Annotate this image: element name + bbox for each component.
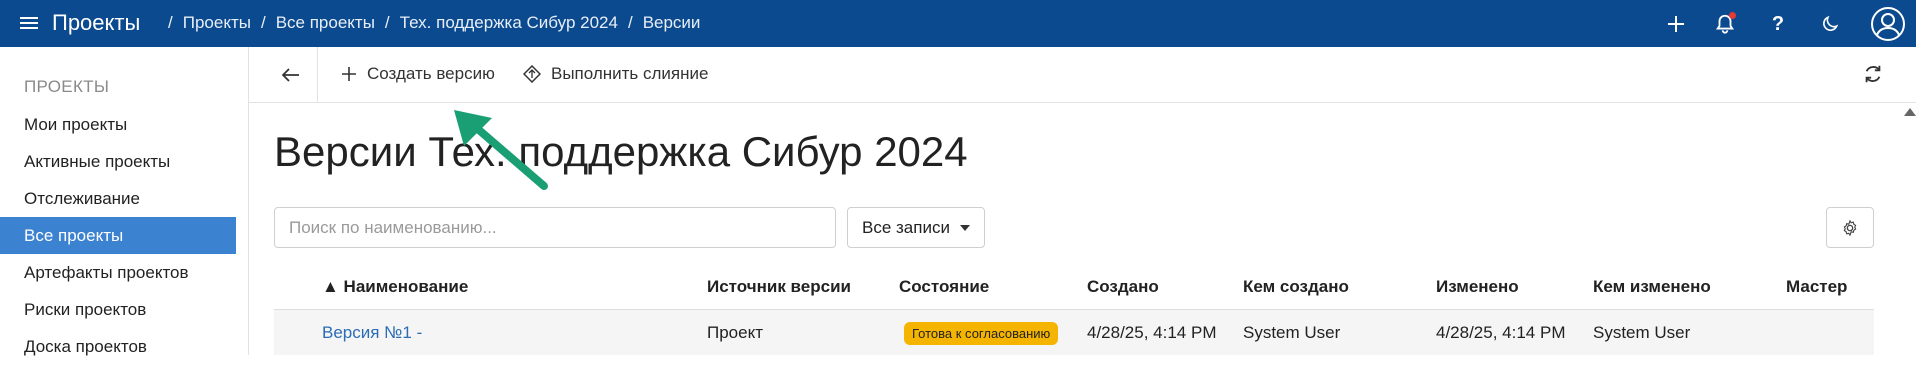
breadcrumb-item-versions: Версии [642, 13, 701, 32]
toolbar: Создать версию Выполнить слияние [249, 47, 1916, 103]
sidebar-item-my-projects[interactable]: Мои проекты [0, 106, 236, 143]
page-title: Версии Тех. поддержка Сибур 2024 [274, 128, 968, 175]
sidebar-item-project-artifacts[interactable]: Артефакты проектов [0, 254, 236, 291]
column-header-source[interactable]: Источник версии [707, 277, 851, 297]
sidebar-item-active-projects[interactable]: Активные проекты [0, 143, 236, 180]
plus-icon [342, 67, 356, 81]
breadcrumb: / Проекты / Все проекты / Тех. поддержка… [168, 13, 700, 33]
dark-mode-icon[interactable] [1812, 6, 1848, 42]
merge-label: Выполнить слияние [551, 64, 709, 83]
scrollbar-up-arrow[interactable] [1904, 108, 1916, 116]
arrow-left-icon [282, 68, 299, 82]
breadcrumb-separator: / [168, 13, 173, 32]
toolbar-divider [317, 47, 318, 103]
caret-down-icon [959, 224, 970, 231]
modified-by: System User [1593, 323, 1691, 342]
refresh-icon[interactable] [1862, 63, 1886, 87]
records-filter-label: Все записи [862, 217, 950, 237]
modified-date: 4/28/25, 4:14 PM [1436, 323, 1566, 342]
app-title[interactable]: Проекты [52, 10, 140, 36]
breadcrumb-separator: / [384, 13, 390, 32]
merge-button[interactable]: Выполнить слияние [523, 64, 708, 84]
breadcrumb-item-projects[interactable]: Проекты [183, 13, 251, 33]
sidebar: ПРОЕКТЫ Мои проекты Активные проекты Отс… [0, 47, 249, 356]
sidebar-item-all-projects[interactable]: Все проекты [0, 217, 236, 254]
sidebar-item-project-risks[interactable]: Риски проектов [0, 291, 236, 328]
status-badge: Готова к согласованию [904, 322, 1059, 345]
user-avatar-icon[interactable] [1868, 4, 1908, 44]
help-icon[interactable]: ? [1760, 6, 1796, 42]
add-icon[interactable] [1658, 6, 1694, 42]
notification-bell-icon[interactable] [1707, 6, 1743, 42]
back-button[interactable] [277, 61, 305, 89]
top-bar: Проекты / Проекты / Все проекты / Тех. п… [0, 0, 1916, 47]
sidebar-item-project-board[interactable]: Доска проектов [0, 328, 236, 365]
merge-icon [523, 65, 541, 83]
menu-icon[interactable] [20, 14, 38, 32]
search-input[interactable] [274, 207, 836, 248]
created-date: 4/28/25, 4:14 PM [1087, 323, 1217, 342]
create-version-label: Создать версию [367, 64, 495, 83]
column-header-status[interactable]: Состояние [899, 277, 989, 297]
gear-icon [1843, 219, 1857, 236]
version-name-link[interactable]: Версия №1 - [322, 323, 422, 343]
settings-button[interactable] [1826, 207, 1874, 248]
created-by: System User [1243, 323, 1341, 342]
sidebar-header: ПРОЕКТЫ [24, 77, 110, 96]
create-version-button[interactable]: Создать версию [341, 64, 495, 84]
column-header-name[interactable]: ▲ Наименование [322, 277, 468, 297]
records-filter-dropdown[interactable]: Все записи [847, 207, 985, 248]
column-header-created[interactable]: Создано [1087, 277, 1159, 297]
column-header-master[interactable]: Мастер [1786, 277, 1847, 297]
column-header-modified-by[interactable]: Кем изменено [1593, 277, 1711, 297]
sidebar-item-tracking[interactable]: Отслеживание [0, 180, 236, 217]
breadcrumb-separator: / [627, 13, 633, 32]
notification-dot [1729, 12, 1736, 19]
breadcrumb-item-all-projects[interactable]: Все проекты [276, 13, 375, 33]
breadcrumb-item-project[interactable]: Тех. поддержка Сибур 2024 [400, 13, 618, 33]
column-header-created-by[interactable]: Кем создано [1243, 277, 1349, 297]
version-source: Проект [707, 323, 763, 342]
breadcrumb-separator: / [260, 13, 266, 32]
column-header-modified[interactable]: Изменено [1436, 277, 1519, 297]
annotation-arrow-icon [454, 110, 548, 190]
